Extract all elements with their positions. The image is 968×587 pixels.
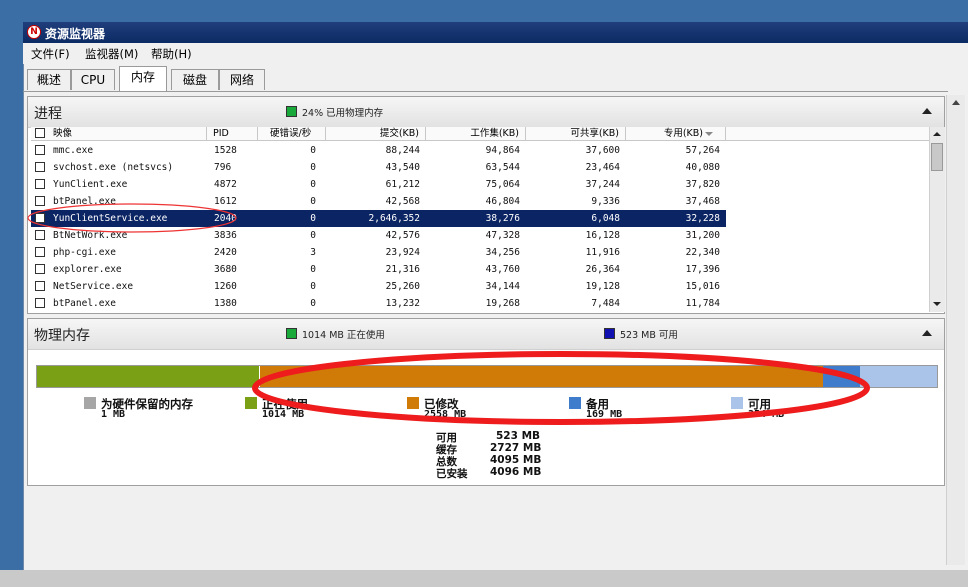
selected-row-annotation [27,203,237,233]
taskbar [0,570,968,587]
memory-bar-annotation [252,351,870,425]
annotation-overlay [27,203,870,425]
